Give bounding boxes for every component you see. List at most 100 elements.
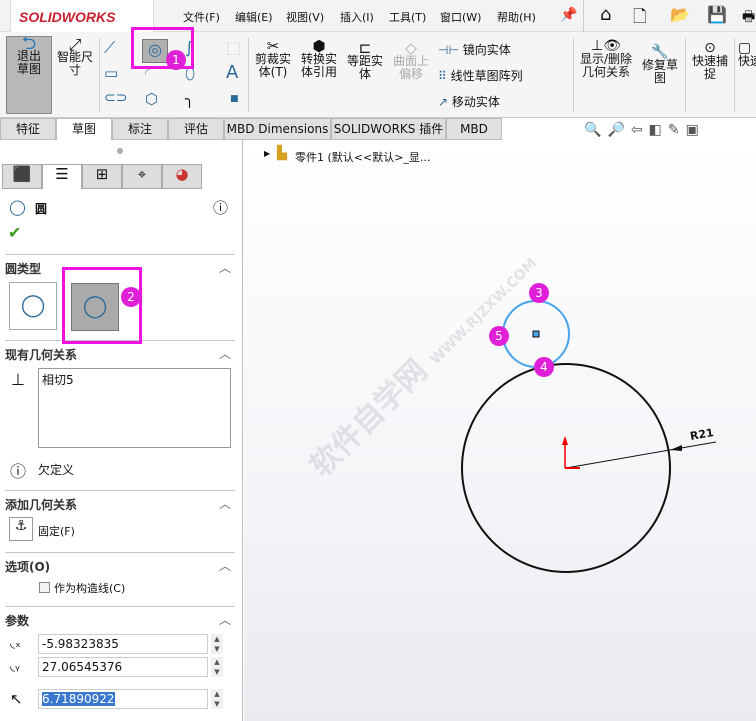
- plane-icon[interactable]: ⬚: [226, 38, 241, 57]
- rectangle-icon[interactable]: ▭: [104, 64, 118, 82]
- add-relations-section: 添加几何关系 ︿: [5, 490, 235, 513]
- feature-manager-tab[interactable]: ⬛: [2, 164, 42, 189]
- origin-arrow: [562, 436, 568, 445]
- status-text: 欠定义: [38, 463, 75, 477]
- tab-sketch[interactable]: 草图: [56, 118, 112, 140]
- step-marker-2: 2: [121, 287, 141, 307]
- text-icon[interactable]: A: [226, 62, 238, 83]
- convert-entities-button[interactable]: ⬢ 转换实体引用: [298, 39, 340, 79]
- previous-view-icon[interactable]: ⇦: [631, 122, 649, 138]
- center-circle-button[interactable]: ◯: [9, 282, 57, 330]
- display-manager-tab[interactable]: ◕: [162, 164, 202, 189]
- zoom-area-icon[interactable]: 🔎: [607, 122, 630, 138]
- line-icon[interactable]: ⟋: [104, 38, 115, 58]
- sketch-svg: [461, 300, 717, 573]
- center-y-icon: ◟ᵧ: [10, 659, 20, 674]
- tab-features[interactable]: 特征: [0, 118, 56, 140]
- tab-evaluate[interactable]: 评估: [168, 118, 224, 140]
- center-x-stepper[interactable]: ▲ ▼: [211, 634, 223, 654]
- exit-sketch-button[interactable]: ⮌ 退出草图: [6, 35, 52, 114]
- fix-relation-button[interactable]: ⚓: [9, 517, 33, 541]
- divider: [99, 38, 100, 112]
- display-delete-relations-button[interactable]: ⊥👁 显示/删除几何关系: [578, 39, 634, 79]
- radius-input[interactable]: 6.71890922: [38, 689, 208, 709]
- circle-icon: ◯: [9, 198, 26, 216]
- quick-snaps-button[interactable]: ⊙ 快速捕捉: [688, 41, 732, 81]
- smart-dimension-button[interactable]: ⤢ 智能尺寸: [55, 37, 95, 77]
- step-marker-1: 1: [166, 50, 186, 70]
- center-x-icon: ◟ₓ: [10, 636, 21, 651]
- surface-offset-button[interactable]: ◇ 曲面上偏移: [390, 41, 432, 81]
- dimxpert-tab[interactable]: ⌖: [122, 164, 162, 189]
- move-entities-button[interactable]: ↗ 移动实体: [438, 93, 500, 110]
- property-manager-tab[interactable]: ☰: [42, 164, 82, 189]
- point-icon[interactable]: ■: [230, 94, 239, 104]
- tab-annotation[interactable]: 标注: [112, 118, 168, 140]
- menu-edit[interactable]: 编辑(E): [235, 9, 273, 25]
- slot-icon[interactable]: ⊂⊃: [104, 90, 127, 106]
- collapse-icon[interactable]: ︿: [219, 345, 231, 362]
- help-icon[interactable]: ⓘ: [213, 197, 228, 218]
- anchor-icon: ⚓: [14, 518, 28, 534]
- property-manager: ⬛ ☰ ⊞ ⌖ ◕ ◯ 圆 ⓘ ✔ 圆类型 ︿ ◯ ◯ 现有几何关系 ︿ ⊥ 相切5…: [0, 140, 243, 721]
- info-icon: ⓘ: [10, 462, 27, 481]
- list-item[interactable]: 相切5: [42, 371, 227, 388]
- menu-tools[interactable]: 工具(T): [389, 9, 426, 25]
- step-marker-4: 4: [534, 357, 554, 377]
- polygon-icon[interactable]: ⬡: [145, 90, 158, 108]
- new-document-icon[interactable]: 🗋: [633, 4, 647, 33]
- radius-stepper[interactable]: ▲ ▼: [211, 689, 223, 709]
- repair-sketch-button[interactable]: 🔧 修复草图: [638, 45, 682, 85]
- options-section: 选项(O) ︿: [5, 552, 235, 575]
- mirror-entities-button[interactable]: ⊣⊢ 镜向实体: [438, 41, 511, 58]
- circle-center-point[interactable]: [532, 330, 540, 338]
- offset-entities-button[interactable]: ⊏ 等距实体: [344, 41, 386, 81]
- menu-help[interactable]: 帮助(H): [497, 9, 536, 25]
- collapse-icon[interactable]: ︿: [219, 557, 231, 574]
- graphics-area[interactable]: ▶ ▙ 零件1 (默认<<默认>_显... 🔍🔎⇦◧✎▣ 软件自学网 WWW.R…: [244, 122, 756, 721]
- move-icon: ↗: [438, 95, 452, 109]
- fillet-icon[interactable]: ╮: [185, 90, 194, 108]
- display-style-icon[interactable]: ▣: [686, 122, 705, 138]
- tab-mbd-dimensions[interactable]: MBD Dimensions: [224, 118, 331, 140]
- center-x-input[interactable]: -5.98323835: [38, 634, 208, 654]
- print-icon[interactable]: 🖶: [742, 6, 755, 30]
- radius-icon: ↖: [10, 690, 23, 708]
- menu-insert[interactable]: 插入(I): [340, 9, 374, 25]
- divider: [573, 38, 574, 112]
- menu-view[interactable]: 视图(V): [286, 9, 324, 25]
- center-y-stepper[interactable]: ▲ ▼: [211, 657, 223, 677]
- section-view-icon[interactable]: ◧: [649, 122, 668, 138]
- view-orientation-icon[interactable]: ✎: [668, 122, 686, 138]
- dimension-leader: [565, 441, 717, 469]
- collapse-icon[interactable]: ︿: [219, 495, 231, 512]
- zoom-to-fit-icon[interactable]: 🔍: [584, 122, 607, 138]
- menu-file[interactable]: 文件(F): [183, 9, 220, 25]
- trim-entities-button[interactable]: ✂ 剪裁实体(T): [252, 39, 294, 79]
- linear-pattern-button[interactable]: ⠿ 线性草图阵列: [438, 67, 523, 84]
- command-manager-ribbon: ⮌ 退出草图 ⤢ 智能尺寸 ⟋ ▭ ⊂⊃ ◎ ◜ ⬡ ∫ ⬯ ╮ ⬚ A ■ ✂…: [0, 32, 756, 118]
- panel-title: 圆: [35, 202, 48, 216]
- construction-label: 作为构造线(C): [54, 582, 126, 595]
- ok-checkmark-icon[interactable]: ✔: [8, 223, 21, 242]
- pin-icon[interactable]: 📌: [560, 7, 577, 23]
- home-icon[interactable]: ⌂: [600, 4, 611, 25]
- step-marker-3: 3: [529, 283, 549, 303]
- configuration-manager-tab[interactable]: ⊞: [82, 164, 122, 189]
- linear-pattern-icon: ⠿: [438, 69, 451, 83]
- center-y-input[interactable]: 27.06545376: [38, 657, 208, 677]
- construction-checkbox[interactable]: [39, 582, 50, 593]
- collapse-icon[interactable]: ︿: [219, 611, 231, 628]
- open-folder-icon[interactable]: 📂: [670, 5, 690, 24]
- quick-button[interactable]: ▢快速: [738, 41, 756, 68]
- divider: [734, 38, 735, 112]
- panel-grip[interactable]: [117, 148, 123, 154]
- tab-solidworks-addins[interactable]: SOLIDWORKS 插件: [331, 118, 446, 140]
- relations-list[interactable]: 相切5: [38, 368, 231, 448]
- menu-window[interactable]: 窗口(W): [440, 9, 481, 25]
- save-icon[interactable]: 💾: [707, 5, 727, 24]
- fix-label: 固定(F): [38, 525, 75, 538]
- divider: [248, 38, 249, 112]
- collapse-icon[interactable]: ︿: [219, 259, 231, 276]
- tab-mbd[interactable]: MBD: [446, 118, 502, 140]
